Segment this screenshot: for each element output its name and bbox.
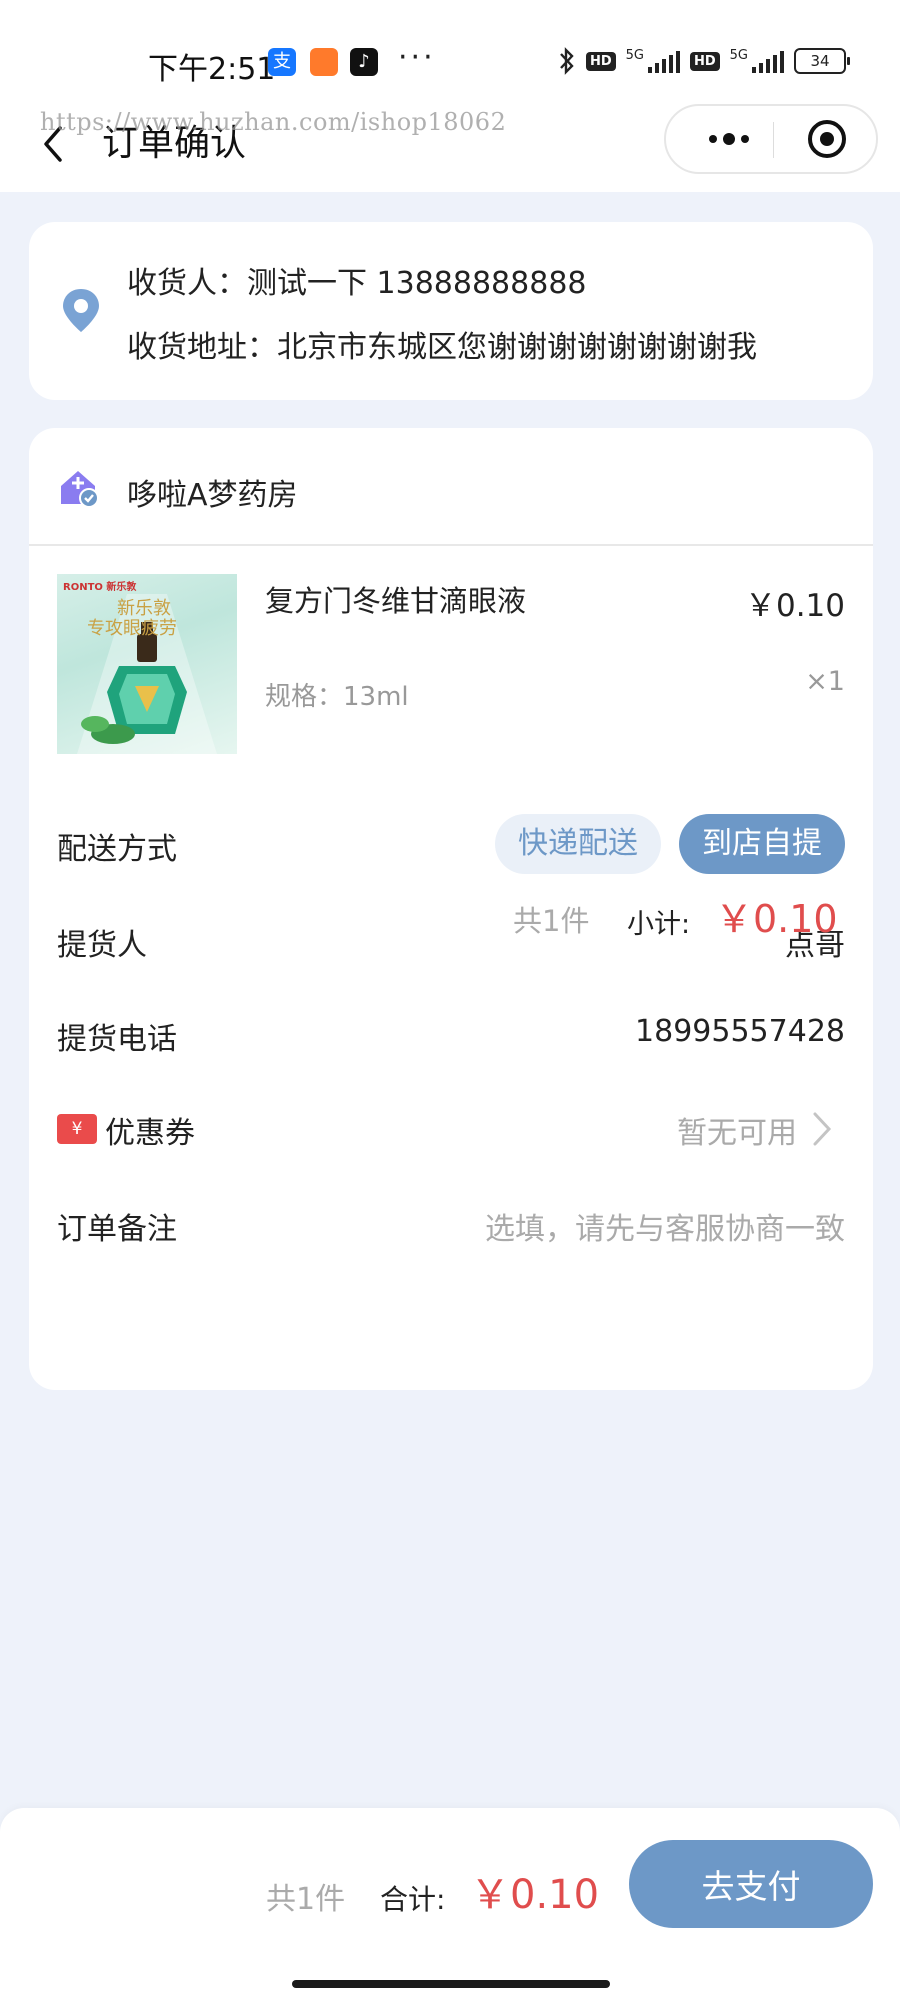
nav-bar: 订单确认 https://www.huzhan.com/ishop18062	[0, 96, 900, 192]
order-remark-label: 订单备注	[57, 1212, 177, 1247]
total-count: 共1件	[266, 1882, 346, 1917]
delivery-method-label: 配送方式	[57, 832, 177, 867]
home-indicator	[292, 1980, 610, 1988]
alipay-icon: 支	[268, 48, 296, 76]
product-price: ￥0.10	[744, 588, 845, 624]
pickup-phone-label: 提货电话	[57, 1022, 177, 1057]
product-spec: 规格：13ml	[265, 682, 409, 712]
tiktok-icon: ♪	[350, 48, 378, 76]
store-name: 哆啦A梦药房	[127, 478, 298, 513]
delivery-method-row: 配送方式 快递配送 到店自提	[57, 814, 845, 874]
coupon-value: 暂无可用	[677, 1116, 797, 1151]
close-mini-program-icon[interactable]	[806, 118, 848, 160]
product-image[interactable]: RONTO 新乐敦 新乐敦 专攻眼疲劳	[57, 574, 237, 754]
store-header: 哆啦A梦药房	[29, 428, 873, 546]
coupon-label: 优惠券	[105, 1116, 195, 1151]
recipient-info: 收货人：测试一下 13888888888	[127, 266, 587, 301]
location-pin-icon	[63, 289, 99, 332]
more-notifications-icon: ···	[398, 40, 436, 75]
chevron-right-icon[interactable]	[811, 1110, 835, 1148]
store-icon	[61, 471, 99, 508]
page-title: 订单确认	[102, 123, 247, 164]
pickup-person-label: 提货人	[57, 928, 147, 963]
signal-icon-2	[752, 49, 784, 73]
signal-icon	[647, 49, 680, 73]
order-remark-row[interactable]: 订单备注 选填，请先与客服协商一致	[57, 1194, 845, 1254]
total-label: 合计:	[380, 1883, 446, 1916]
status-indicators: HD 5G HD 5G 34	[558, 46, 850, 76]
order-card: 哆啦A梦药房 RONTO 新乐敦 新乐敦 专攻眼疲劳 复方门冬维甘滴眼液 ￥0.…	[29, 428, 873, 1390]
subtotal-amount: ￥0.10	[715, 897, 838, 941]
subtotal-label: 小计:	[627, 909, 691, 940]
product-quantity: ×1	[805, 666, 845, 697]
back-arrow-icon[interactable]	[36, 120, 76, 168]
address-card[interactable]: 收货人：测试一下 13888888888 收货地址：北京市东城区您谢谢谢谢谢谢谢…	[29, 222, 873, 400]
subtotal-count: 共1件	[513, 904, 590, 938]
pickup-phone-row[interactable]: 提货电话 18995557428	[57, 1004, 845, 1064]
coupon-icon: ¥	[57, 1114, 97, 1144]
pay-button[interactable]: 去支付	[629, 1840, 873, 1928]
network-type-2: 5G	[729, 47, 748, 63]
mini-program-capsule	[664, 104, 878, 174]
product-name: 复方门冬维甘滴眼液	[265, 584, 527, 618]
total-amount: ￥0.10	[470, 1872, 600, 1918]
shipping-address: 收货地址：北京市东城区您谢谢谢谢谢谢谢谢我	[127, 330, 757, 365]
capsule-divider	[773, 122, 774, 158]
shopping-app-icon	[310, 48, 338, 76]
product-slogan-2: 专攻眼疲劳	[87, 618, 177, 639]
coupon-row[interactable]: ¥ 优惠券 暂无可用	[57, 1098, 845, 1158]
network-type: 5G	[625, 47, 644, 63]
express-delivery-option[interactable]: 快递配送	[495, 814, 661, 874]
more-options-button[interactable]	[694, 106, 764, 172]
hd-badge-2: HD	[689, 51, 720, 71]
pickup-phone-value: 18995557428	[635, 1014, 845, 1049]
store-pickup-option[interactable]: 到店自提	[679, 814, 845, 874]
checkout-bar: 共1件 合计: ￥0.10 去支付	[0, 1808, 900, 2000]
status-time: 下午2:51	[148, 52, 276, 87]
product-brand-label: RONTO 新乐敦	[63, 582, 137, 593]
battery-icon: 34	[794, 48, 850, 74]
order-remark-input[interactable]: 选填，请先与客服协商一致	[485, 1204, 845, 1248]
hd-badge: HD	[585, 51, 616, 71]
bluetooth-icon	[560, 47, 574, 75]
